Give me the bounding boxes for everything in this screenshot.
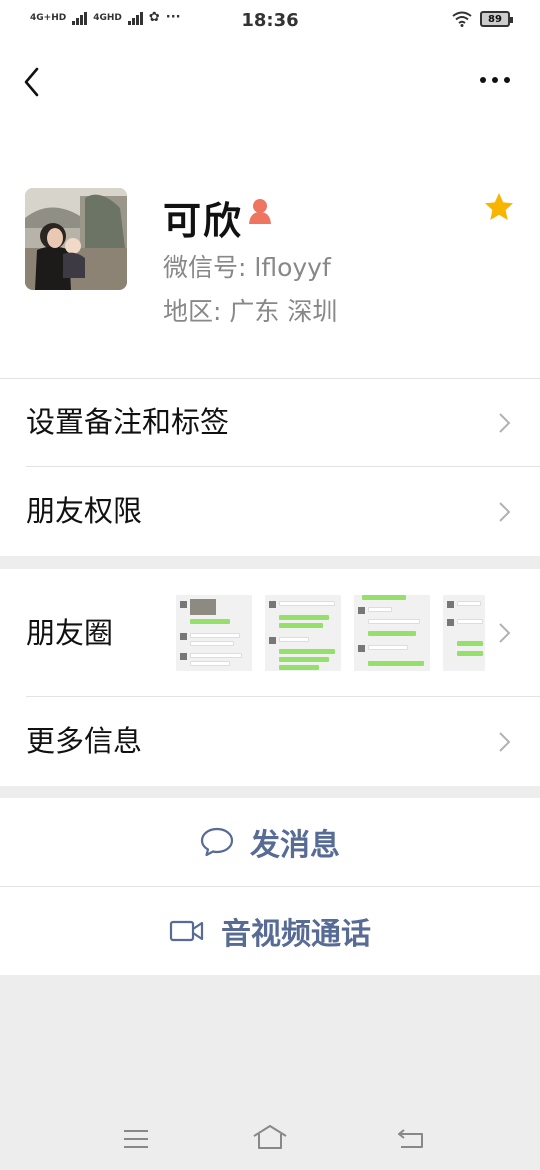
back-nav-icon[interactable] — [396, 1126, 426, 1150]
battery-icon: 89 — [480, 11, 513, 27]
moment-thumbnail[interactable] — [176, 595, 252, 671]
profile-card: 可欣 微信号: lfloyyf 地区: 广东 深圳 — [0, 120, 540, 378]
contact-name: 可欣 — [163, 199, 244, 243]
send-message-label: 发消息 — [250, 828, 340, 863]
nav-bar — [0, 44, 540, 120]
female-gender-icon — [249, 199, 271, 224]
moments-group: 朋友圈 更多信息 — [0, 569, 540, 786]
region: 地区: 广东 深圳 — [163, 297, 338, 326]
more-options-icon[interactable] — [480, 70, 514, 90]
moment-thumbnail[interactable] — [354, 595, 430, 671]
system-nav-bar — [0, 1100, 540, 1170]
star-icon[interactable] — [484, 192, 514, 222]
chevron-right-icon — [499, 732, 511, 752]
video-camera-icon — [169, 920, 204, 942]
video-call-label: 音视频通话 — [221, 917, 371, 952]
set-remark-label: 设置备注和标签 — [26, 405, 230, 439]
moments-label: 朋友圈 — [26, 616, 114, 650]
back-icon[interactable] — [18, 64, 48, 100]
wifi-icon — [452, 11, 472, 27]
status-bar: 4G+HD 4GHD ✿ ··· 18:36 89 — [0, 0, 540, 44]
moments-thumbnails — [176, 595, 485, 671]
menu-icon[interactable] — [122, 1128, 150, 1150]
chevron-right-icon — [499, 623, 511, 643]
chat-bubble-icon — [200, 827, 234, 857]
friend-permission-row[interactable]: 朋友权限 — [0, 467, 540, 556]
wechat-id: 微信号: lfloyyf — [163, 253, 331, 282]
status-right: 89 — [452, 11, 513, 27]
friend-permission-label: 朋友权限 — [26, 494, 143, 528]
battery-level: 89 — [488, 13, 502, 25]
settings-group: 设置备注和标签 朋友权限 — [0, 378, 540, 556]
video-call-button[interactable]: 音视频通话 — [0, 887, 540, 975]
send-message-button[interactable]: 发消息 — [0, 798, 540, 886]
moment-thumbnail[interactable] — [265, 595, 341, 671]
set-remark-row[interactable]: 设置备注和标签 — [0, 378, 540, 467]
moments-row[interactable]: 朋友圈 — [0, 569, 540, 697]
home-icon[interactable] — [252, 1124, 288, 1150]
more-info-label: 更多信息 — [26, 724, 143, 758]
more-info-row[interactable]: 更多信息 — [0, 697, 540, 786]
moment-thumbnail[interactable] — [443, 595, 485, 671]
chevron-right-icon — [499, 413, 511, 433]
avatar[interactable] — [25, 188, 127, 290]
chevron-right-icon — [499, 502, 511, 522]
